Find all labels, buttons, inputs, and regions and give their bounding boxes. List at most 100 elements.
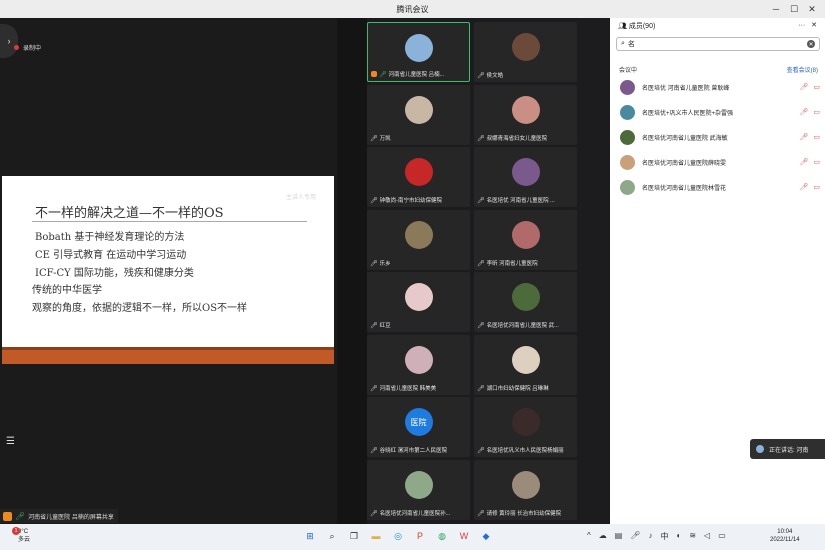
avatar: 医院 (404, 408, 433, 436)
windows-start-icon[interactable]: ⊞ (302, 528, 318, 544)
audio-icon[interactable]: ♪ (648, 531, 652, 542)
avatar (511, 96, 540, 124)
video-tile[interactable]: 🎤︎ 名医培优河南省儿童医院孙... (367, 460, 470, 520)
screen-share-area: › 录制中 主讲人专用 不一样的解决之道—不一样的OS Bobath 基于神经发… (0, 18, 337, 524)
video-tile[interactable]: 🎤︎ 湖口市妇幼保健院 吕琳琳 (474, 335, 577, 395)
tencent-meeting-icon[interactable]: ◆ (478, 528, 494, 544)
mic-muted-icon: 🎤︎ (370, 322, 378, 329)
video-tile[interactable]: 🎤︎ 李昕 河南省儿童医院 (474, 210, 577, 270)
clock[interactable]: 10:04 2022/11/14 (770, 528, 800, 544)
video-tile[interactable]: 🎤︎ 名医培优 河南省儿童医院 ... (474, 147, 577, 207)
edge-icon[interactable]: ◎ (390, 528, 406, 544)
video-tile[interactable]: 医院 🎤︎ 谷晓红 漯河市第二人民医院 (367, 397, 470, 457)
microphone-icon[interactable]: 🎤︎ (630, 531, 640, 542)
section-label: 会议中 (619, 68, 638, 74)
expand-icon[interactable]: › (0, 24, 18, 58)
participant-name: 名医培优+巩义市人民医院+杂雷强 (642, 110, 734, 117)
video-tile[interactable]: 🎤︎ 叔娜青海省妇女儿童医院 (474, 85, 577, 145)
time: 10:04 (777, 529, 793, 535)
chevron-up-icon[interactable]: ^ (587, 531, 591, 542)
video-tile[interactable]: 🎤︎ 侯文皓 (474, 22, 577, 82)
video-tile[interactable]: 🎤︎ 河南省儿童医院 韩美美 (367, 335, 470, 395)
date: 2022/11/14 (770, 537, 800, 543)
video-tile[interactable]: 🎤︎ 请修 黄玲丽 长治市妇幼保健院 (474, 460, 577, 520)
mic-muted-icon: 🎤︎ (370, 385, 378, 392)
task-view-icon[interactable]: ❐ (346, 528, 362, 544)
participant-name: 名医培优河南省儿童医院林雪花 (642, 185, 727, 192)
list-icon[interactable]: ☰ (6, 436, 15, 447)
video-tile[interactable]: 🎤︎ 万凯 (367, 85, 470, 145)
more-icon[interactable]: ··· (798, 22, 805, 29)
avatar (404, 283, 433, 311)
mic-muted-icon: 🎤︎ (477, 385, 485, 392)
clipboard-icon[interactable]: ▤ (615, 531, 623, 542)
wps-icon[interactable]: W (456, 528, 472, 544)
tile-name: 钟敬尚-南宁市妇幼保健院 (379, 198, 442, 204)
mic-muted-icon: 🎤︎ (370, 260, 378, 267)
avatar (511, 158, 540, 186)
battery-icon[interactable]: ▭ (718, 531, 726, 542)
close-icon[interactable]: ✕ (803, 2, 821, 16)
mic-on-icon: 🎤︎ (379, 71, 387, 78)
participant-row[interactable]: 名医培优河南省儿童医院林雪花 🎤︎ ▭ (620, 179, 820, 195)
participant-row[interactable]: 名医培优河南省儿童医院 武海敏 🎤︎ ▭ (620, 129, 820, 145)
powerpoint-icon[interactable]: P (412, 528, 428, 544)
file-explorer-icon[interactable]: ▬ (368, 528, 384, 544)
tile-name: 河南省儿童医院 韩美美 (379, 386, 437, 392)
avatar (620, 79, 635, 95)
participant-row[interactable]: 名医培优 河南省儿童医院 曾耿峰 🎤︎ ▭ (620, 79, 820, 95)
recording-label: 录制中 (23, 46, 42, 52)
minimize-icon[interactable]: ─ (767, 2, 785, 16)
mic-muted-icon: 🎤︎ (477, 447, 485, 454)
wechat-icon[interactable]: ◍ (434, 528, 450, 544)
slide-line: 传统的中华医学 (32, 285, 102, 296)
wifi-icon[interactable]: ≋ (689, 531, 696, 542)
mic-muted-icon: 🎤︎ (799, 134, 809, 141)
cloud-icon[interactable]: ☁ (599, 531, 607, 542)
system-tray: ^ ☁ ▤ 🎤︎ ♪ 中 ◐ ≋ ◁ ▭ (587, 531, 726, 542)
avatar (404, 158, 433, 186)
search-icon: ⌕ (621, 40, 625, 47)
weather-desc: 多云 (18, 537, 31, 543)
slide-line: Bobath 基于神经发育理论的方法 (35, 232, 185, 243)
avatar (620, 154, 635, 170)
avatar (620, 179, 635, 195)
close-panel-icon[interactable]: ✕ (811, 22, 817, 29)
mic-muted-icon: 🎤︎ (370, 447, 378, 454)
participant-name: 名医培优河南省儿童医院薛晓雯 (642, 160, 727, 167)
video-tile[interactable]: 🎤︎ 河南省儿童医院 吕楠... (367, 22, 470, 82)
camera-off-icon: ▭ (813, 184, 820, 191)
weather-widget[interactable]: 1 9°C 多云 (12, 527, 31, 544)
video-tile[interactable]: 🎤︎ 名医培优巩义市人民医院杨娟丽 (474, 397, 577, 457)
host-icon (371, 71, 377, 77)
participant-row[interactable]: 名医培优+巩义市人民医院+杂雷强 🎤︎ ▭ (620, 104, 820, 120)
mic-muted-icon: 🎤︎ (477, 322, 485, 329)
tile-name: 名医培优巩义市人民医院杨娟丽 (486, 448, 564, 454)
tile-name: 名医培优 河南省儿童医院 ... (486, 198, 555, 204)
gallery-gutter (337, 18, 367, 524)
security-icon[interactable]: ◐ (676, 531, 681, 542)
video-tile[interactable]: 🎤︎ 名医培优河南省儿童医院 武... (474, 272, 577, 332)
slide-line: ICF-CY 国际功能，残疾和健康分类 (35, 268, 194, 279)
ime-icon[interactable]: 中 (660, 531, 668, 542)
video-tile[interactable]: 🎤︎ 红豆 (367, 272, 470, 332)
mic-muted-icon: 🎤︎ (370, 197, 378, 204)
slide-line: CE 引导式教育 在运动中学习运动 (35, 250, 187, 261)
mic-on-icon: 🎤︎ (15, 511, 26, 521)
participant-row[interactable]: 名医培优河南省儿童医院薛晓雯 🎤︎ ▭ (620, 154, 820, 170)
avatar (511, 221, 540, 249)
search-icon[interactable]: ⌕ (324, 528, 340, 544)
video-tile[interactable]: 🎤︎ 钟敬尚-南宁市妇幼保健院 (367, 147, 470, 207)
window-title: 腾讯会议 (396, 5, 429, 14)
clear-search-icon[interactable]: ✕ (807, 40, 815, 48)
slide-title: 不一样的解决之道—不一样的OS (35, 206, 224, 221)
slide-line: 观察的角度，依据的逻辑不一样，所以OS不一样 (32, 303, 248, 314)
member-search-input[interactable]: ⌕ 名 ✕ (616, 37, 820, 51)
video-tile[interactable]: 🎤︎ 乐乡 (367, 210, 470, 270)
mic-muted-icon: 🎤︎ (477, 72, 485, 79)
mic-muted-icon: 🎤︎ (477, 135, 485, 142)
view-all-link[interactable]: 查看会议(8) (787, 65, 818, 74)
camera-off-icon: ▭ (813, 159, 820, 166)
volume-icon[interactable]: ◁ (704, 531, 710, 542)
maximize-icon[interactable]: ☐ (785, 2, 803, 16)
